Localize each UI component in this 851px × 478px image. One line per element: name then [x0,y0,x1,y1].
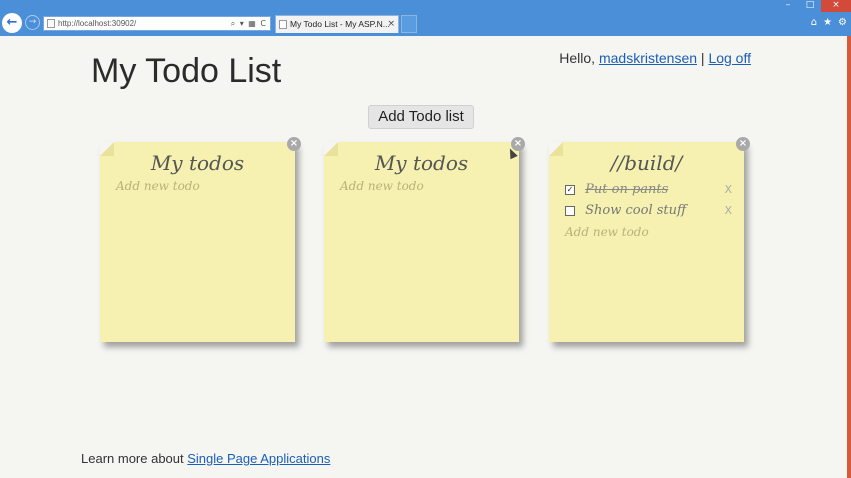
browser-chrome: – □ × ← → http://localhost:30902/ ⌕ ▾ ▦ … [0,0,851,36]
list-title[interactable]: //build/ [549,151,744,175]
home-icon[interactable]: ⌂ [811,17,817,28]
back-arrow-icon[interactable]: ← [2,13,22,33]
list-title[interactable]: My todos [100,151,295,175]
todo-item: ✓ Put on pants X [565,179,734,200]
user-box: Hello, madskristensen | Log off [559,50,751,66]
logoff-link[interactable]: Log off [708,50,751,66]
todo-list-card: × My todos Add new todo [324,137,525,342]
delete-list-icon[interactable]: × [736,137,750,151]
tab-title: My Todo List - My ASP.N... [290,19,390,29]
tab-close-icon[interactable]: × [387,16,395,33]
star-icon[interactable]: ★ [823,17,832,28]
todo-checkbox[interactable] [565,205,575,216]
username-link[interactable]: madskristensen [599,50,697,66]
todo-text[interactable]: Show cool stuff [585,203,686,218]
add-todo-input[interactable]: Add new todo [340,179,519,193]
title-bar: – □ × [0,0,851,12]
separator: | [700,50,705,66]
window-controls: – □ × [777,0,851,12]
maximize-button[interactable]: □ [799,0,821,12]
add-todo-input[interactable]: Add new todo [116,179,295,193]
todo-checkbox[interactable]: ✓ [565,184,575,195]
minimize-button[interactable]: – [777,0,799,12]
page-title: My Todo List [91,52,282,90]
add-todo-input[interactable]: Add new todo [565,225,744,239]
todo-list-card: × //build/ ✓ Put on pants X Show cool st… [549,137,750,342]
tab-todo-list[interactable]: My Todo List - My ASP.N... × [275,15,399,33]
list-title[interactable]: My todos [324,151,519,175]
address-text: http://localhost:30902/ [58,19,137,28]
footer-text: Learn more about [81,451,184,466]
new-tab-button[interactable] [401,15,417,33]
page-icon [279,20,287,29]
add-todo-list-button[interactable]: Add Todo list [368,105,474,129]
browser-toolbar-icons: ⌂ ★ ⚙ [811,17,847,28]
delete-todo-button[interactable]: X [724,179,732,200]
spa-link[interactable]: Single Page Applications [187,451,330,466]
address-bar[interactable]: http://localhost:30902/ ⌕ ▾ ▦ C [43,16,271,31]
address-tools[interactable]: ⌕ ▾ ▦ C [231,17,267,30]
todo-items: ✓ Put on pants X Show cool stuff X [549,179,744,221]
close-window-button[interactable]: × [821,0,851,12]
window-edge [847,36,851,478]
forward-arrow-icon[interactable]: → [25,15,40,30]
page-icon [47,19,55,28]
delete-list-icon[interactable]: × [287,137,301,151]
todo-list-card: × My todos Add new todo [100,137,301,342]
greeting-label: Hello, [559,50,596,66]
delete-todo-button[interactable]: X [724,200,732,221]
gear-icon[interactable]: ⚙ [838,17,847,28]
todo-item: Show cool stuff X [565,200,734,221]
todo-text[interactable]: Put on pants [585,182,668,197]
footer: Learn more about Single Page Application… [81,451,330,466]
